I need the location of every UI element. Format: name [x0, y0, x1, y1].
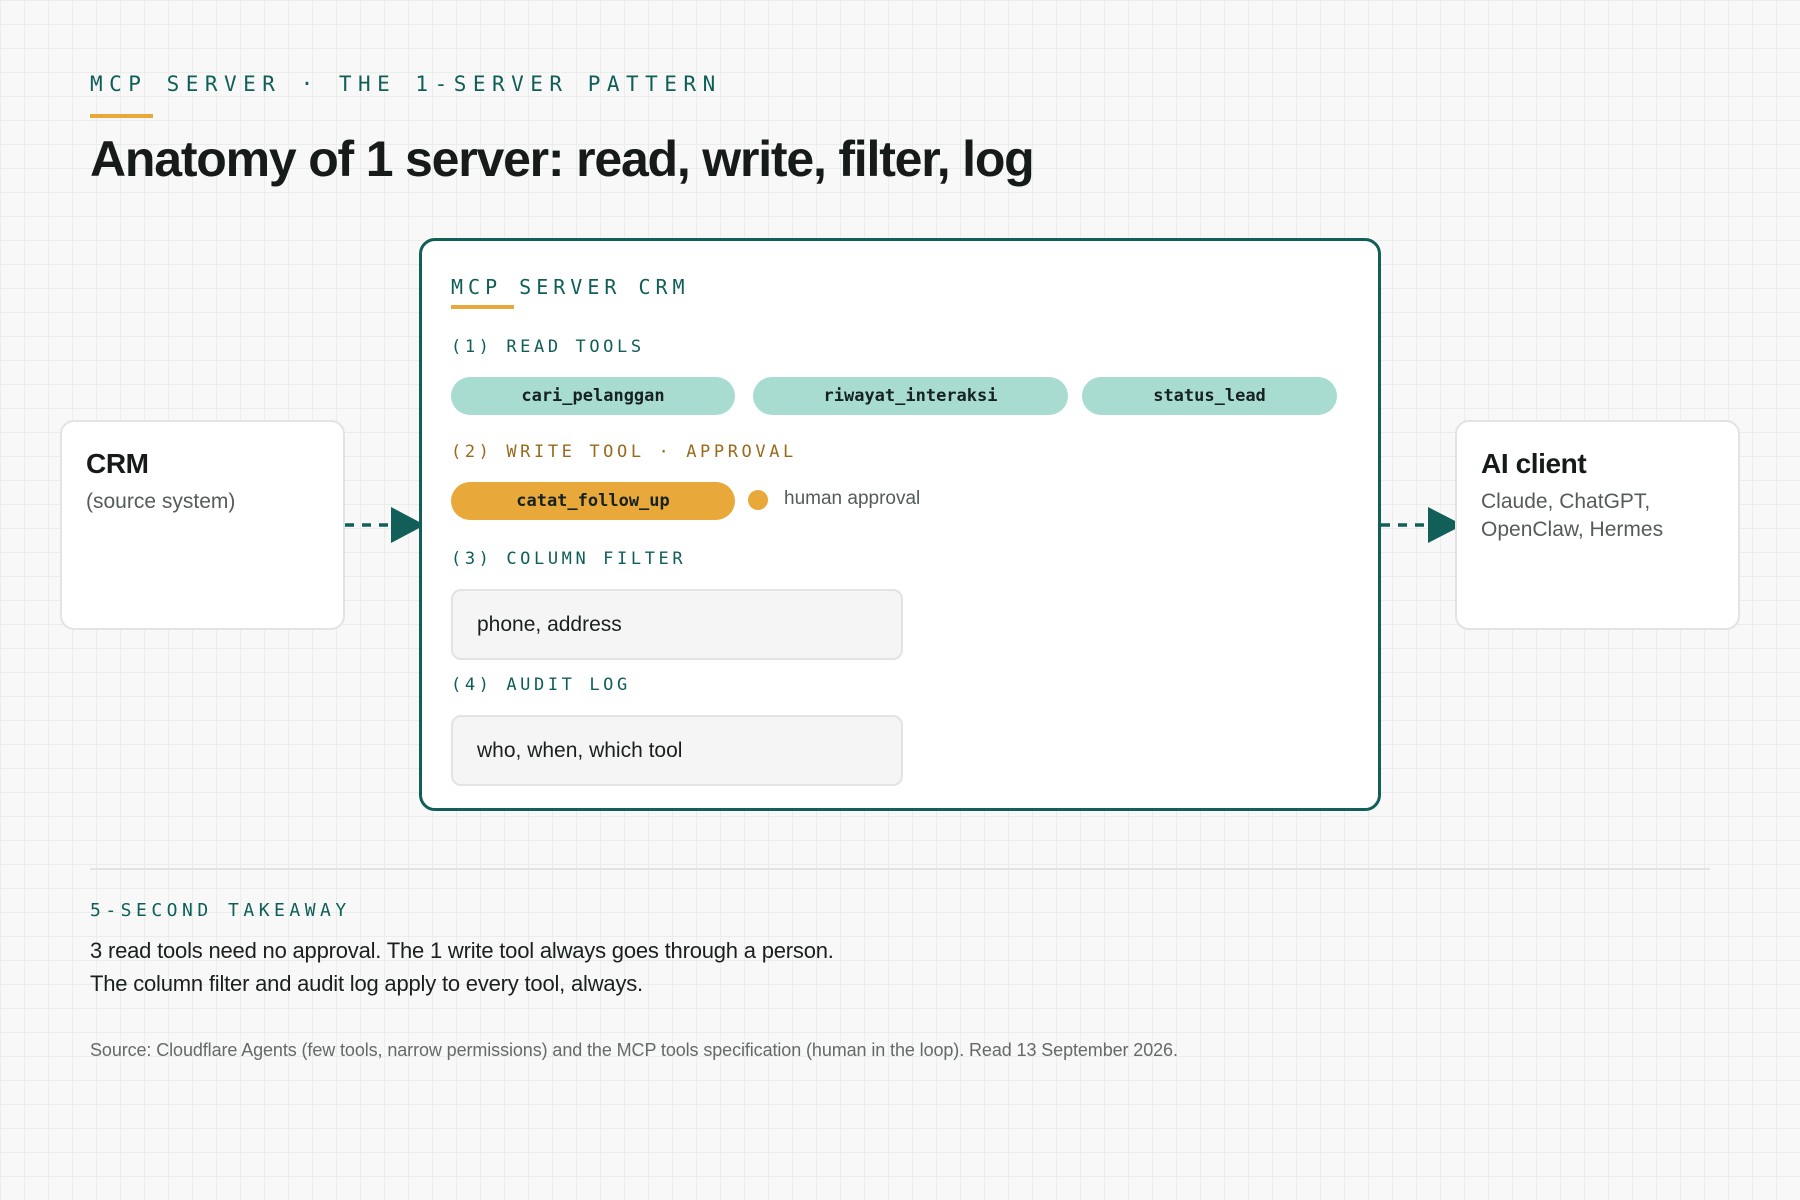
read-tool-pill: cari_pelanggan — [451, 377, 735, 415]
ai-client-title: AI client — [1481, 448, 1587, 479]
column-filter-field: phone, address — [451, 589, 903, 660]
server-title-underline — [451, 305, 514, 309]
takeaway-line: The column filter and audit log apply to… — [90, 971, 643, 996]
write-tool-pill: catat_follow_up — [451, 482, 735, 520]
page-title: Anatomy of 1 server: read, write, filter… — [90, 131, 1035, 187]
read-tool-pill: status_lead — [1082, 377, 1337, 415]
read-tool-pill: riwayat_interaksi — [753, 377, 1068, 415]
section-divider — [90, 868, 1710, 870]
server-to-client-arrow — [1381, 507, 1463, 543]
kicker: MCP SERVER · THE 1-SERVER PATTERN — [90, 72, 722, 96]
source-note: Source: Cloudflare Agents (few tools, na… — [90, 1040, 1178, 1060]
takeaway-line: 3 read tools need no approval. The 1 wri… — [90, 938, 834, 963]
kicker-underline — [90, 114, 153, 118]
column-filter-label: (3) COLUMN FILTER — [451, 549, 687, 569]
write-tool-label: (2) WRITE TOOL · APPROVAL — [451, 442, 797, 462]
crm-to-server-arrow — [345, 507, 425, 543]
ai-client-box: AI client Claude, ChatGPT, OpenClaw, Her… — [1455, 420, 1740, 630]
audit-log-field: who, when, which tool — [451, 715, 903, 786]
ai-client-subtitle-line: OpenClaw, Hermes — [1481, 518, 1664, 541]
approval-dot-icon — [748, 490, 768, 510]
crm-subtitle: (source system) — [86, 490, 236, 513]
read-tools-label: (1) READ TOOLS — [451, 337, 645, 357]
crm-source-box: CRM (source system) — [60, 420, 345, 630]
server-title: MCP SERVER CRM — [451, 275, 690, 299]
takeaway-label: 5-SECOND TAKEAWAY — [90, 900, 351, 921]
audit-log-label: (4) AUDIT LOG — [451, 675, 631, 695]
crm-title: CRM — [86, 448, 149, 479]
ai-client-subtitle-line: Claude, ChatGPT, — [1481, 490, 1651, 513]
approval-note: human approval — [784, 488, 921, 509]
mcp-server-panel: MCP SERVER CRM (1) READ TOOLS cari_pelan… — [419, 238, 1381, 811]
